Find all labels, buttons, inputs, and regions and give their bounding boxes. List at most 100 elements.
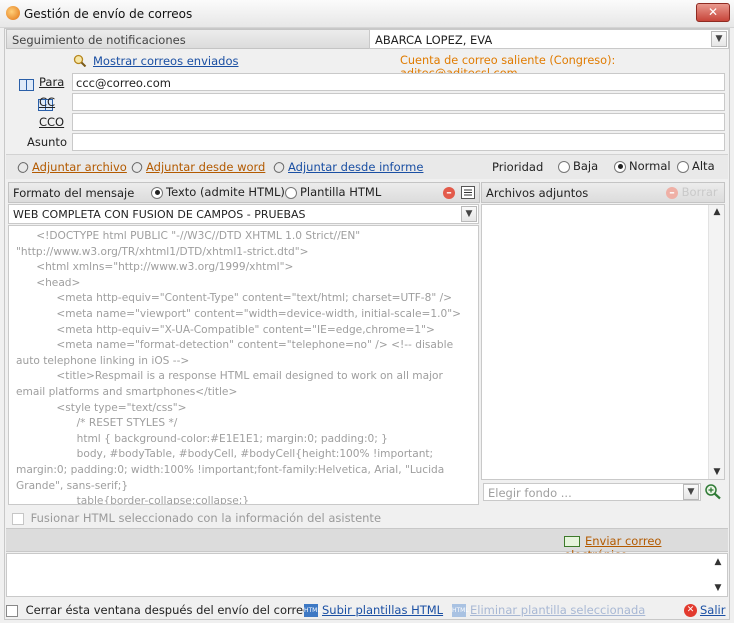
- scroll-up-icon[interactable]: ▲: [711, 557, 725, 567]
- code-line: <title>Respmail is a response HTML email…: [16, 370, 443, 383]
- message-body-editor[interactable]: <!DOCTYPE html PUBLIC "-//W3C//DTD XHTML…: [8, 225, 479, 505]
- radio-icon: [285, 186, 297, 199]
- title-bar: Gestión de envío de correos ✕: [0, 0, 734, 28]
- close-window-button[interactable]: ✕: [696, 3, 730, 22]
- cco-field[interactable]: [72, 113, 725, 131]
- background-select[interactable]: Elegir fondo ... ▼: [483, 483, 701, 501]
- format-text-label: Texto (admite HTML): [166, 185, 285, 199]
- radio-icon: [558, 160, 570, 173]
- attach-word-button[interactable]: Adjuntar desde word: [129, 160, 266, 175]
- delete-attachment-label: Borrar: [681, 185, 718, 199]
- message-format-header: Formato del mensaje Texto (admite HTML) …: [8, 182, 480, 203]
- show-sent-mails-link[interactable]: Mostrar correos enviados: [93, 54, 238, 68]
- format-template-radio[interactable]: Plantilla HTML: [285, 185, 381, 199]
- code-line: <style type="text/css">: [16, 401, 187, 414]
- code-line: <meta name="viewport" content="width=dev…: [16, 307, 461, 320]
- scroll-down-icon[interactable]: ▼: [709, 467, 725, 477]
- checkbox-icon: [12, 512, 24, 525]
- zoom-background-icon[interactable]: [704, 483, 722, 500]
- message-format-label: Formato del mensaje: [13, 186, 135, 200]
- priority-label: Prioridad: [492, 160, 544, 174]
- background-select-placeholder: Elegir fondo ...: [488, 486, 572, 500]
- merge-html-label: Fusionar HTML seleccionado con la inform…: [30, 511, 382, 525]
- template-select-value: WEB COMPLETA CON FUSION DE CAMPOS - PRUE…: [13, 208, 306, 221]
- attach-bar: Adjuntar archivo Adjuntar desde word Adj…: [6, 155, 728, 179]
- paperclip-icon: [15, 160, 31, 175]
- para-value: ccc@correo.com: [76, 76, 171, 90]
- close-after-send-checkbox[interactable]: Cerrar ésta ventana después del envío de…: [6, 603, 310, 617]
- code-line: body, #bodyTable, #bodyCell, #bodyCell{h…: [16, 448, 434, 461]
- attachments-scrollbar[interactable]: ▲ ▼: [708, 205, 724, 479]
- upload-templates-button[interactable]: HTMLSubir plantillas HTML: [304, 603, 443, 617]
- attachments-label: Archivos adjuntos: [486, 186, 589, 200]
- attach-file-label: Adjuntar archivo: [32, 160, 127, 174]
- cc-field[interactable]: [72, 93, 725, 111]
- paperclip-icon: [129, 160, 145, 175]
- paperclip-icon: [271, 160, 287, 175]
- para-label[interactable]: Para: [39, 75, 64, 89]
- cco-label[interactable]: CCO: [39, 115, 64, 129]
- attachments-header: Archivos adjuntos – Borrar: [481, 182, 725, 203]
- priority-baja-radio[interactable]: Baja: [558, 159, 598, 173]
- chevron-down-icon[interactable]: ▼: [711, 31, 727, 47]
- format-text-radio[interactable]: Texto (admite HTML): [151, 185, 285, 199]
- code-line: auto telephone linking in iOS -->: [16, 354, 190, 367]
- code-line: <meta name="format-detection" content="t…: [16, 339, 454, 352]
- exit-button[interactable]: ✕ Salir: [684, 603, 725, 617]
- code-line: /* RESET STYLES */: [16, 417, 178, 430]
- scroll-down-icon[interactable]: ▼: [711, 583, 725, 593]
- code-line: <!DOCTYPE html PUBLIC "-//W3C//DTD XHTML…: [16, 230, 361, 242]
- attach-report-button[interactable]: Adjuntar desde informe: [271, 160, 424, 175]
- scroll-up-icon[interactable]: ▲: [709, 207, 725, 217]
- notes-area[interactable]: ▲ ▼: [6, 553, 728, 597]
- code-line: Grande", sans-serif;}: [16, 479, 129, 492]
- delete-template-button[interactable]: HTMLEliminar plantilla seleccionada: [452, 603, 645, 617]
- address-book-icon[interactable]: [19, 79, 34, 91]
- remove-icon[interactable]: –: [443, 187, 455, 199]
- code-line: table{border-collapse:collapse;}: [16, 495, 250, 505]
- user-select-value: ABARCA LOPEZ, EVA: [375, 33, 493, 47]
- notification-tracking-label: Seguimiento de notificaciones: [12, 33, 186, 47]
- message-html-code: <!DOCTYPE html PUBLIC "-//W3C//DTD XHTML…: [16, 229, 476, 505]
- send-mail-icon: [564, 536, 580, 547]
- radio-icon: [614, 160, 626, 173]
- radio-icon: [677, 160, 689, 173]
- code-line: html { background-color:#E1E1E1; margin:…: [16, 432, 388, 445]
- attach-file-button[interactable]: Adjuntar archivo: [15, 160, 127, 175]
- remove-icon: –: [666, 186, 678, 199]
- para-field[interactable]: ccc@correo.com: [72, 73, 725, 91]
- html-file-icon: HTML: [304, 604, 321, 617]
- attachments-list[interactable]: ▲ ▼: [481, 204, 725, 480]
- priority-alta-radio[interactable]: Alta: [677, 159, 715, 173]
- search-icon: [73, 54, 87, 68]
- user-select[interactable]: ABARCA LOPEZ, EVA ▼: [369, 29, 729, 49]
- code-line: "http://www.w3.org/TR/xhtml1/DTD/xhtml1-…: [16, 245, 309, 258]
- radio-icon: [151, 186, 163, 199]
- attach-word-label: Adjuntar desde word: [146, 160, 266, 174]
- close-after-send-label: Cerrar ésta ventana después del envío de…: [25, 603, 311, 617]
- upload-templates-label: Subir plantillas HTML: [322, 603, 444, 617]
- checkbox-icon: [6, 604, 18, 617]
- close-icon: ✕: [684, 604, 697, 617]
- code-line: <head>: [16, 276, 81, 289]
- delete-attachment-button[interactable]: – Borrar: [666, 185, 718, 199]
- delete-template-label: Eliminar plantilla seleccionada: [470, 603, 646, 617]
- subject-field[interactable]: [72, 133, 725, 151]
- code-line: <meta http-equiv="Content-Type" content=…: [16, 292, 453, 305]
- exit-label: Salir: [700, 603, 726, 617]
- window-title: Gestión de envío de correos: [24, 7, 193, 21]
- code-line: <html xmlns="http://www.w3.org/1999/xhtm…: [16, 261, 294, 274]
- code-line: <meta http-equiv="X-UA-Compatible" conte…: [16, 323, 435, 336]
- attach-report-label: Adjuntar desde informe: [288, 160, 424, 174]
- template-select[interactable]: WEB COMPLETA CON FUSION DE CAMPOS - PRUE…: [8, 204, 479, 224]
- priority-baja-label: Baja: [573, 159, 599, 173]
- code-line: email platforms and smartphones</title>: [16, 385, 238, 398]
- priority-normal-radio[interactable]: Normal: [614, 159, 671, 173]
- priority-alta-label: Alta: [692, 159, 715, 173]
- chevron-down-icon[interactable]: ▼: [461, 206, 477, 222]
- asunto-label: Asunto: [27, 135, 67, 149]
- cc-label[interactable]: CC: [39, 95, 55, 109]
- merge-html-checkbox[interactable]: Fusionar HTML seleccionado con la inform…: [12, 511, 381, 525]
- text-editor-icon[interactable]: [461, 186, 475, 199]
- chevron-down-icon[interactable]: ▼: [683, 484, 699, 500]
